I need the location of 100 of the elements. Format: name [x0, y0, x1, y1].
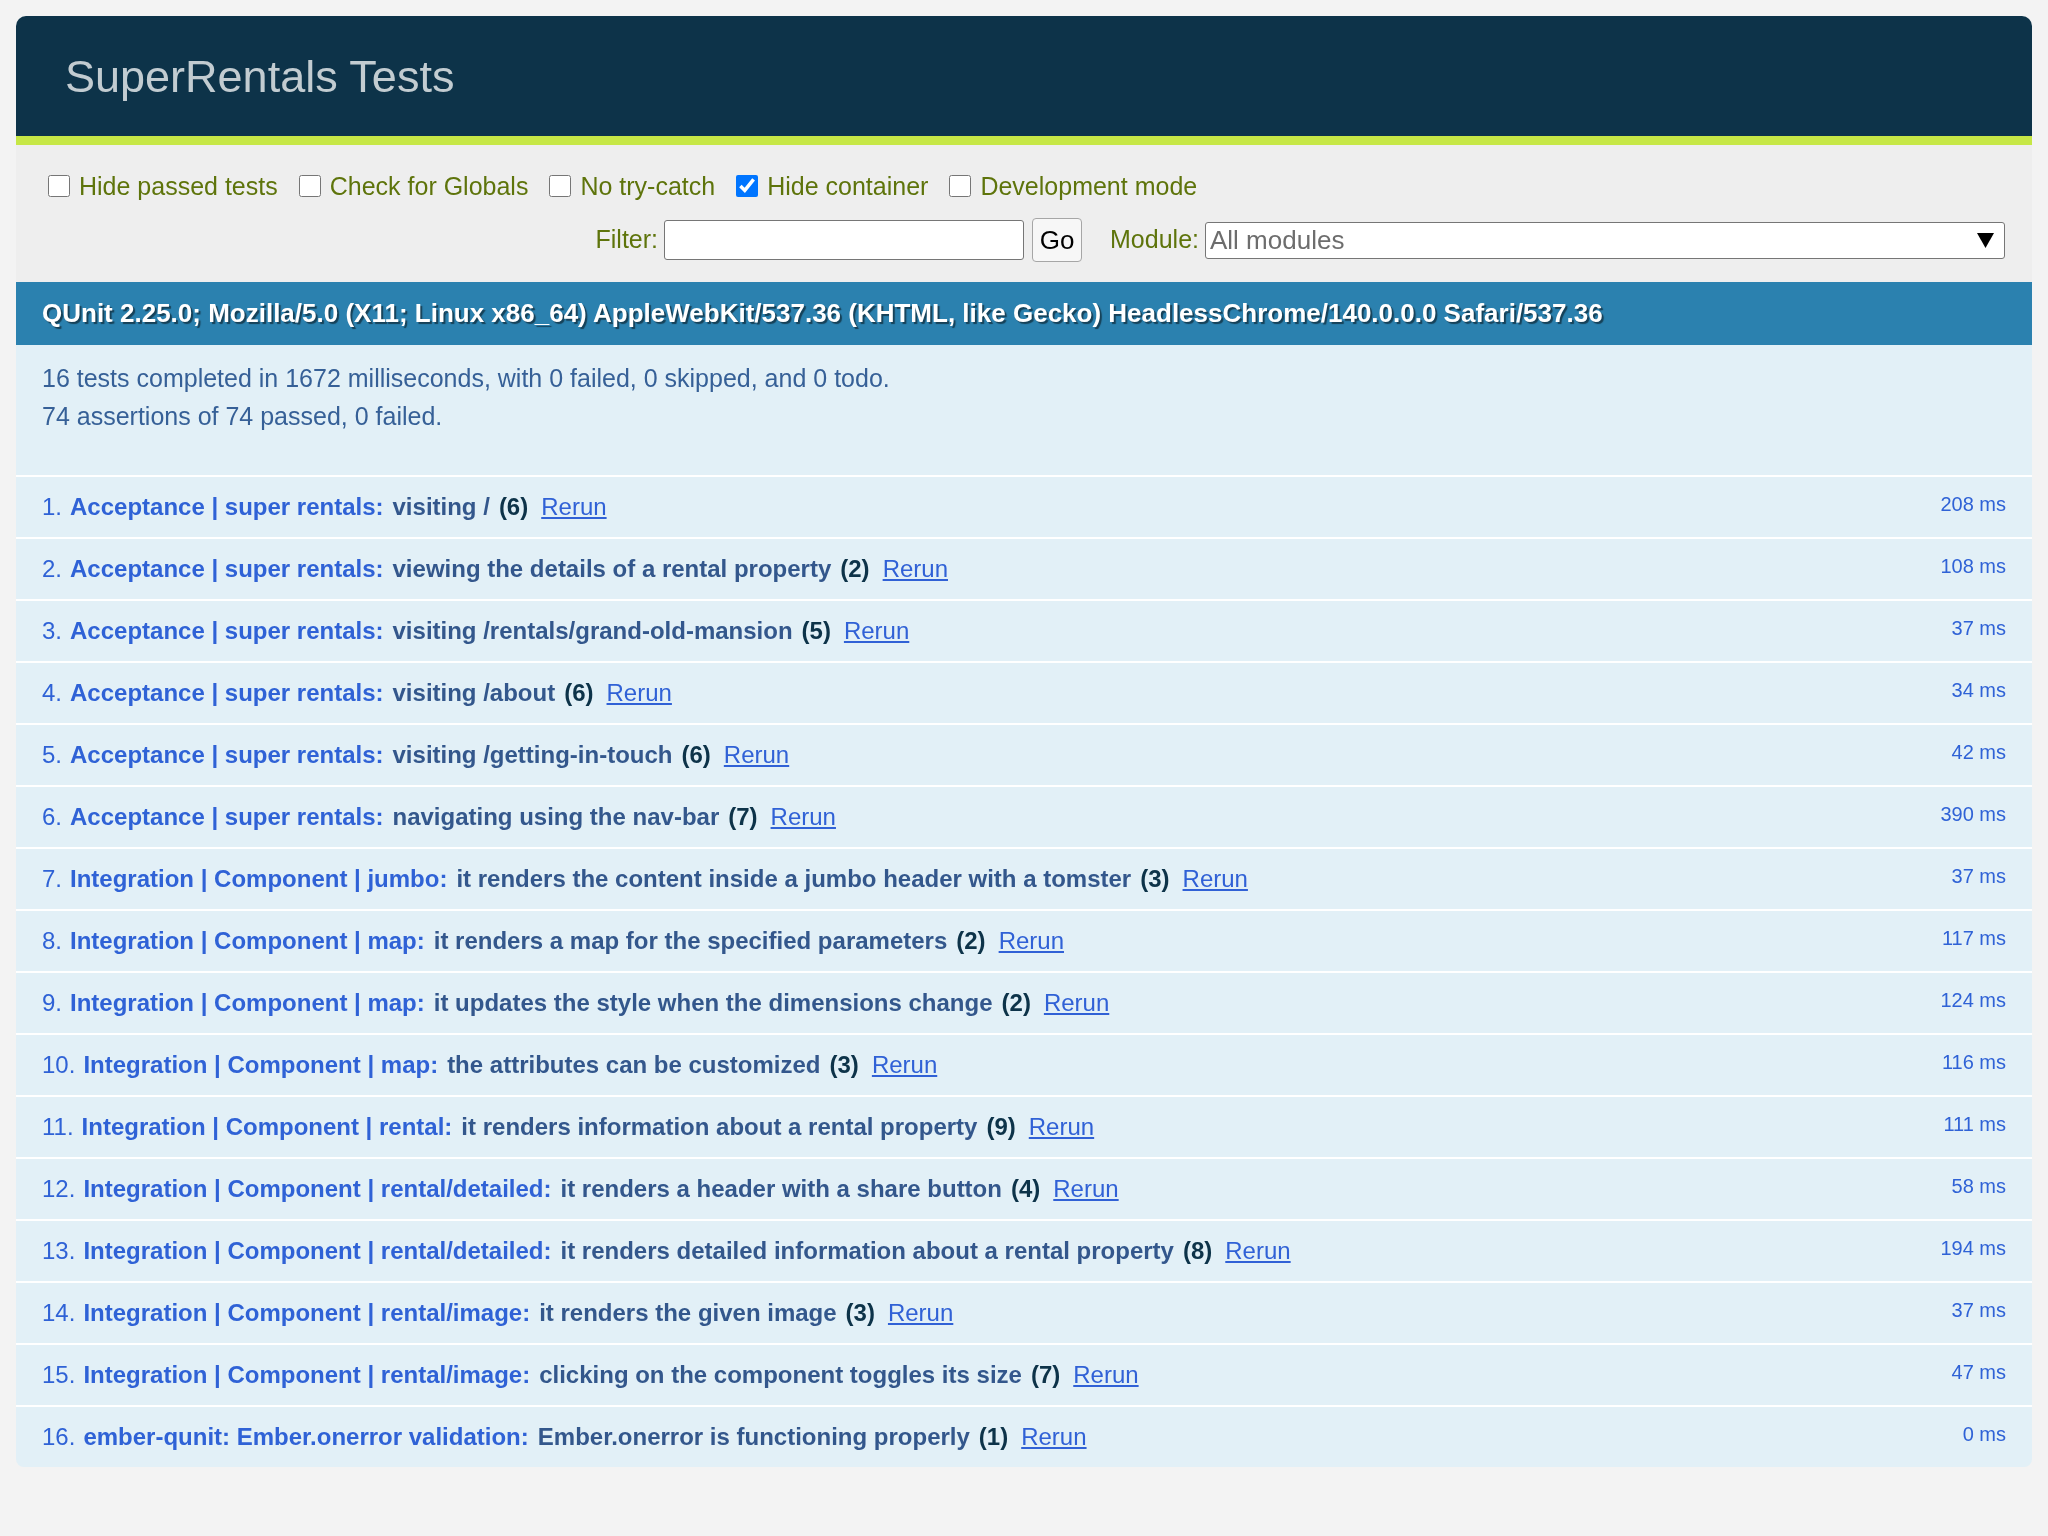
rerun-link[interactable]: Rerun — [606, 675, 672, 711]
rerun-link[interactable]: Rerun — [1182, 861, 1248, 897]
rerun-link[interactable]: Rerun — [1043, 985, 1110, 1021]
checkbox[interactable] — [736, 175, 759, 197]
test-name: it renders the given image — [539, 1298, 837, 1328]
rerun-link[interactable]: Rerun — [770, 799, 836, 835]
test-name: navigating using the nav-bar — [392, 802, 720, 832]
test-name: it renders detailed information about a rental property — [560, 1236, 1174, 1266]
test-row[interactable]: 1. Acceptance | super rentals: visiting / (6) Rerun 208 ms — [16, 475, 2032, 537]
test-runtime: 0 ms — [1962, 1422, 2006, 1446]
test-module: Acceptance | super rentals: — [70, 740, 384, 770]
assertion-count: (6) — [681, 740, 711, 770]
assertion-count: (3) — [829, 1050, 859, 1080]
test-name: visiting /rentals/grand-old-mansion — [392, 616, 793, 646]
test-row[interactable]: 7. Integration | Component | jumbo: it renders the content inside a jumbo header with a tomster (3) Rerun 37 ms — [16, 847, 2032, 909]
test-number: 5. — [42, 740, 62, 770]
test-module: Integration | Component | map: — [70, 926, 425, 956]
rerun-link[interactable]: Rerun — [1073, 1357, 1139, 1393]
test-module: Integration | Component | map: — [70, 988, 425, 1018]
test-module: ember-qunit: Ember.onerror validation: — [83, 1422, 529, 1452]
rerun-link[interactable]: Rerun — [998, 923, 1064, 959]
test-number: 7. — [42, 864, 62, 894]
test-number: 10. — [42, 1050, 76, 1080]
checkbox-label[interactable]: No try-catch — [580, 171, 716, 201]
test-module: Integration | Component | rental: — [81, 1112, 453, 1142]
test-name: it renders a header with a share button — [560, 1174, 1002, 1204]
test-name: the attributes can be customized — [447, 1050, 821, 1080]
test-module: Acceptance | super rentals: — [70, 554, 384, 584]
summary-line: 16 tests completed in 1672 milliseconds, with 0 failed, 0 skipped, and 0 todo. — [42, 363, 891, 394]
test-runtime: 194 ms — [1940, 1236, 2006, 1260]
test-number: 3. — [42, 616, 62, 646]
assertion-count: (9) — [986, 1112, 1016, 1142]
test-row[interactable]: 2. Acceptance | super rentals: viewing the details of a rental property (2) Rerun 108 ms — [16, 537, 2032, 599]
test-row[interactable]: 15. Integration | Component | rental/image: clicking on the component toggles its size (7) Rerun 47 ms — [16, 1343, 2032, 1405]
user-agent-text: QUnit 2.25.0; Mozilla/5.0 (X11; Linux x86_64) AppleWebKit/537.36 (KHTML, like Gecko) HeadlessChrome/140.0.0.0 Safari/537.36 — [42, 297, 1603, 330]
checkbox-label[interactable]: Development mode — [980, 171, 1198, 201]
assertion-count: (2) — [1001, 988, 1031, 1018]
module-select[interactable]: All modules — [1205, 221, 2005, 259]
test-number: 4. — [42, 678, 62, 708]
test-row[interactable]: 5. Acceptance | super rentals: visiting /getting-in-touch (6) Rerun 42 ms — [16, 723, 2032, 785]
test-runtime: 390 ms — [1940, 802, 2006, 826]
go-button[interactable]: Go — [1032, 218, 1083, 262]
test-row[interactable]: 10. Integration | Component | map: the attributes can be customized (3) Rerun 116 ms — [16, 1033, 2032, 1095]
checkbox[interactable] — [949, 175, 972, 197]
test-module: Acceptance | super rentals: — [70, 616, 384, 646]
assertion-count: (3) — [1140, 864, 1170, 894]
test-runtime: 116 ms — [1941, 1050, 2006, 1074]
checkbox-label[interactable]: Check for Globals — [329, 171, 529, 201]
test-row[interactable]: 12. Integration | Component | rental/detailed: it renders a header with a share button (4) Rerun 58 ms — [16, 1157, 2032, 1219]
test-runtime: 42 ms — [1951, 740, 2006, 764]
rerun-link[interactable]: Rerun — [723, 737, 790, 773]
rerun-link[interactable]: Rerun — [843, 613, 910, 649]
rerun-link[interactable]: Rerun — [882, 551, 948, 587]
assertion-count: (6) — [564, 678, 594, 708]
rerun-link[interactable]: Rerun — [541, 489, 607, 525]
assertion-count: (7) — [728, 802, 758, 832]
checkbox[interactable] — [549, 175, 572, 197]
assertion-count: (6) — [498, 492, 529, 522]
test-runtime: 34 ms — [1951, 678, 2006, 702]
assertion-count: (2) — [956, 926, 986, 956]
test-module: Acceptance | super rentals: — [70, 492, 384, 522]
rerun-link[interactable]: Rerun — [1225, 1233, 1291, 1269]
filter-input[interactable] — [664, 220, 1025, 260]
filter-label: Filter: — [595, 224, 659, 256]
test-number: 6. — [42, 802, 62, 832]
test-module: Integration | Component | rental/detailed: — [83, 1174, 552, 1204]
checkbox-label[interactable]: Hide container — [767, 171, 929, 201]
test-row[interactable]: 4. Acceptance | super rentals: visiting /about (6) Rerun 34 ms — [16, 661, 2032, 723]
summary-line: 74 assertions of 74 passed, 0 failed. — [42, 401, 444, 432]
test-name: clicking on the component toggles its size — [539, 1360, 1022, 1390]
test-row[interactable]: 13. Integration | Component | rental/detailed: it renders detailed information about a rental property (8) Rerun 194 ms — [16, 1219, 2032, 1281]
test-name: visiting /about — [392, 678, 556, 708]
checkbox[interactable] — [48, 175, 70, 197]
test-number: 16. — [42, 1422, 76, 1452]
rerun-link[interactable]: Rerun — [1053, 1171, 1119, 1207]
rerun-link[interactable]: Rerun — [871, 1047, 938, 1083]
test-row[interactable]: 9. Integration | Component | map: it updates the style when the dimensions change (2) Rerun 124 ms — [16, 971, 2032, 1033]
assertion-count: (4) — [1010, 1174, 1041, 1204]
test-number: 14. — [42, 1298, 76, 1328]
test-module: Integration | Component | rental/image: — [83, 1360, 531, 1390]
rerun-link[interactable]: Rerun — [1021, 1419, 1087, 1455]
rerun-link[interactable]: Rerun — [887, 1295, 954, 1331]
checkbox[interactable] — [298, 175, 321, 197]
test-number: 1. — [42, 492, 62, 522]
test-number: 11. — [42, 1112, 74, 1142]
test-name: it renders information about a rental property — [461, 1112, 978, 1142]
test-number: 2. — [42, 554, 62, 584]
checkbox-label[interactable]: Hide passed tests — [79, 171, 278, 201]
rerun-link[interactable]: Rerun — [1028, 1109, 1095, 1145]
test-runtime: 117 ms — [1941, 926, 2006, 950]
test-row[interactable]: 14. Integration | Component | rental/image: it renders the given image (3) Rerun 37 ms — [16, 1281, 2032, 1343]
test-module: Integration | Component | rental/image: — [83, 1298, 531, 1328]
test-row[interactable]: 6. Acceptance | super rentals: navigating using the nav-bar (7) Rerun 390 ms — [16, 785, 2032, 847]
test-row[interactable]: 3. Acceptance | super rentals: visiting /rentals/grand-old-mansion (5) Rerun 37 ms — [16, 599, 2032, 661]
assertion-count: (8) — [1182, 1236, 1213, 1266]
test-row[interactable]: 8. Integration | Component | map: it renders a map for the specified parameters (2) Rerun 117 ms — [16, 909, 2032, 971]
test-module: Acceptance | super rentals: — [70, 802, 384, 832]
test-row[interactable]: 16. ember-qunit: Ember.onerror validation: Ember.onerror is functioning properly (1) Rerun 0 ms — [16, 1405, 2032, 1467]
test-row[interactable]: 11. Integration | Component | rental: it renders information about a rental property (9) Rerun 111 ms — [16, 1095, 2032, 1157]
test-module: Acceptance | super rentals: — [70, 678, 384, 708]
